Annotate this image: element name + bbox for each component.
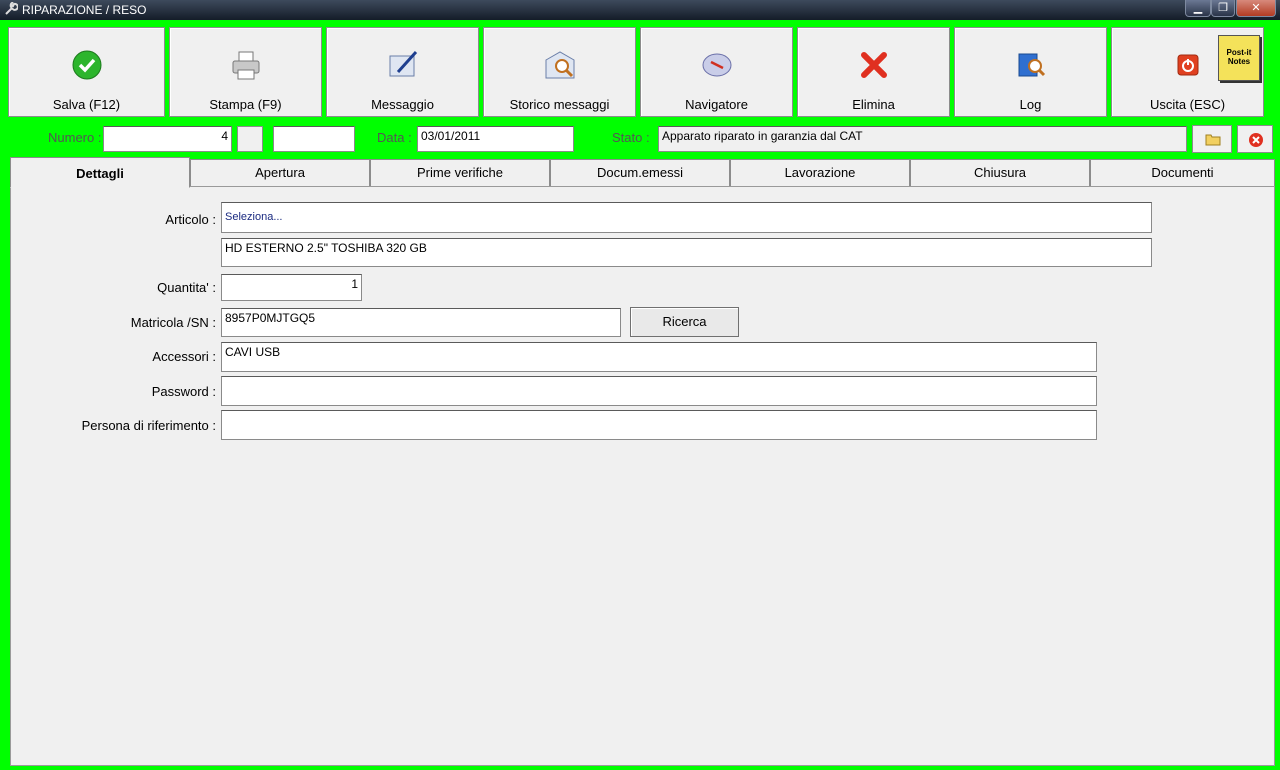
save-button[interactable]: Salva (F12) <box>8 27 165 117</box>
numero-input[interactable]: 4 <box>103 126 232 152</box>
stato-clear-button[interactable] <box>1237 125 1273 153</box>
delete-x-icon <box>860 52 887 78</box>
tab-documenti[interactable]: Documenti <box>1090 159 1275 186</box>
tab-lavorazione[interactable]: Lavorazione <box>730 159 910 186</box>
details-panel: Articolo : Seleziona... HD ESTERNO 2.5" … <box>10 186 1275 766</box>
postit-notes-widget[interactable]: Post-it Notes <box>1218 35 1260 81</box>
check-icon <box>72 50 101 80</box>
folder-icon <box>1205 134 1221 146</box>
password-label: Password : <box>151 384 216 399</box>
toolbar: Salva (F12) Stampa (F9) Messaggio Storic… <box>8 27 1266 119</box>
articolo-label: Articolo : <box>165 212 216 227</box>
articolo-description: HD ESTERNO 2.5" TOSHIBA 320 GB <box>221 238 1152 267</box>
numero-lookup-button[interactable] <box>237 126 263 152</box>
save-label: Salva (F12) <box>52 97 121 112</box>
restore-button[interactable]: ❐ <box>1211 0 1235 17</box>
message-pen-icon <box>389 50 417 77</box>
numero-suffix-input[interactable] <box>273 126 355 152</box>
exit-label: Uscita (ESC) <box>1149 97 1226 112</box>
persona-label: Persona di riferimento : <box>81 418 216 433</box>
delete-label: Elimina <box>852 97 895 112</box>
clear-x-icon <box>1249 133 1263 147</box>
wrench-icon <box>5 2 18 15</box>
stato-browse-button[interactable] <box>1192 125 1232 153</box>
ricerca-button[interactable]: Ricerca <box>630 307 739 337</box>
message-history-button[interactable]: Storico messaggi <box>483 27 636 117</box>
close-icon: ✕ <box>1251 2 1261 14</box>
quantita-label: Quantita' : <box>157 280 216 295</box>
message-search-icon <box>545 51 574 79</box>
persona-input[interactable] <box>221 410 1097 440</box>
minimize-button[interactable]: ▁ <box>1185 0 1211 17</box>
tab-dettagli[interactable]: Dettagli <box>10 157 190 188</box>
power-icon <box>1177 54 1198 76</box>
quantita-input[interactable]: 1 <box>221 274 362 301</box>
navigator-label: Navigatore <box>685 97 748 112</box>
message-history-label: Storico messaggi <box>509 97 610 112</box>
compass-icon <box>702 53 731 77</box>
password-input[interactable] <box>221 376 1097 406</box>
print-label: Stampa (F9) <box>209 97 282 112</box>
restore-icon: ❐ <box>1218 2 1228 14</box>
minimize-icon: ▁ <box>1193 2 1203 14</box>
tab-prime-verifiche[interactable]: Prime verifiche <box>370 159 550 186</box>
tab-apertura[interactable]: Apertura <box>190 159 370 186</box>
print-button[interactable]: Stampa (F9) <box>169 27 322 117</box>
numero-label: Numero : <box>48 130 102 145</box>
tab-chiusura[interactable]: Chiusura <box>910 159 1090 186</box>
log-label: Log <box>1019 97 1042 112</box>
tab-docum-emessi[interactable]: Docum.emessi <box>550 159 730 186</box>
stato-label: Stato : <box>612 130 650 145</box>
navigator-button[interactable]: Navigatore <box>640 27 793 117</box>
log-search-icon <box>1018 53 1045 77</box>
accessori-label: Accessori : <box>152 349 216 364</box>
title-bar: RIPARAZIONE / RESO ▁ ❐ ✕ <box>0 0 1280 20</box>
accessori-input[interactable]: CAVI USB <box>221 342 1097 372</box>
close-window-button[interactable]: ✕ <box>1236 0 1276 17</box>
message-button[interactable]: Messaggio <box>326 27 479 117</box>
data-label: Data : <box>377 130 412 145</box>
matricola-input[interactable]: 8957P0MJTGQ5 <box>221 308 621 337</box>
stato-field: Apparato riparato in garanzia dal CAT <box>658 126 1187 152</box>
data-input[interactable]: 03/01/2011 <box>417 126 574 152</box>
log-button[interactable]: Log <box>954 27 1107 117</box>
matricola-label: Matricola /SN : <box>130 315 216 330</box>
articolo-select[interactable]: Seleziona... <box>221 202 1152 233</box>
postit-notes-icon: Post-it Notes <box>1226 48 1252 66</box>
delete-button[interactable]: Elimina <box>797 27 950 117</box>
message-label: Messaggio <box>371 97 434 112</box>
window-title: RIPARAZIONE / RESO <box>22 3 147 17</box>
printer-icon <box>232 51 259 80</box>
